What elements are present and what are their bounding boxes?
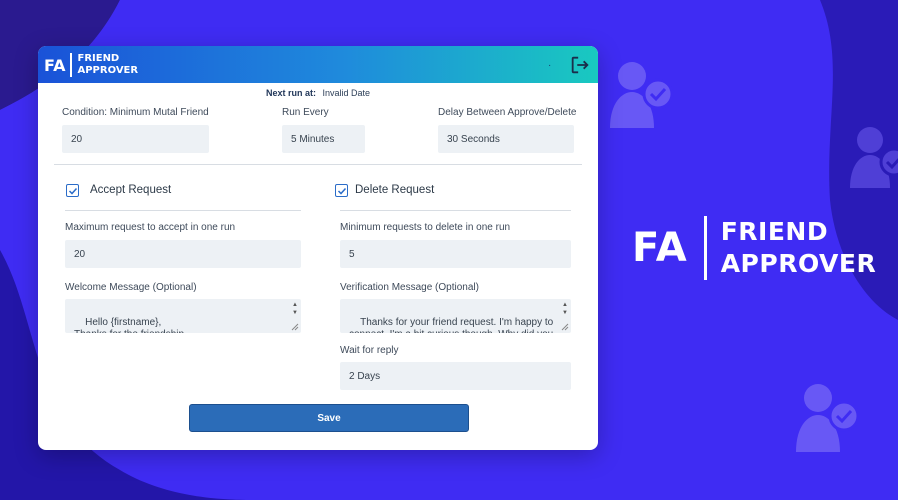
accept-request-checkbox[interactable]	[66, 184, 79, 197]
welcome-message-textarea[interactable]: Hello {firstname}, Thanks for the friend…	[65, 299, 301, 333]
condition-input[interactable]: 20	[62, 125, 209, 153]
brand-line2: APPROVER	[720, 249, 877, 278]
app-window: FA FRIEND APPROVER · Next run at: Invali…	[38, 46, 598, 450]
welcome-message-label: Welcome Message (Optional)	[65, 282, 197, 293]
delay-select[interactable]: 30 Seconds	[438, 125, 574, 153]
condition-label: Condition: Minimum Mutal Friend	[62, 107, 209, 118]
brand-initials: FA	[632, 225, 688, 271]
scroll-arrows-icon[interactable]: ▲ ▼	[291, 301, 299, 317]
app-logo: FA FRIEND APPROVER	[44, 53, 138, 77]
logo-initials: FA	[44, 55, 66, 75]
accept-request-label: Accept Request	[90, 184, 172, 196]
save-button[interactable]: Save	[189, 404, 469, 432]
max-accept-label: Maximum request to accept in one run	[65, 222, 236, 233]
section-divider	[54, 164, 582, 165]
max-accept-input[interactable]: 20	[65, 240, 301, 268]
accept-divider	[65, 210, 301, 211]
logo-divider	[70, 53, 73, 77]
user-check-icon	[796, 384, 860, 452]
verification-message-label: Verification Message (Optional)	[340, 282, 479, 293]
delete-divider	[340, 210, 571, 211]
delete-request-label: Delete Request	[355, 184, 435, 196]
user-check-icon	[850, 127, 898, 188]
delay-label: Delay Between Approve/Delete	[438, 107, 577, 118]
wait-for-reply-select[interactable]: 2 Days	[340, 362, 571, 390]
verification-message-textarea[interactable]: Thanks for your friend request. I'm happ…	[340, 299, 571, 333]
brand-line1: FRIEND	[720, 217, 829, 246]
resize-grip-icon[interactable]	[561, 323, 569, 331]
scroll-arrows-icon[interactable]: ▲ ▼	[561, 301, 569, 317]
logo-line2: APPROVER	[77, 65, 139, 76]
brand-divider	[703, 216, 707, 280]
min-delete-label: Minimum requests to delete in one run	[340, 222, 511, 233]
min-delete-input[interactable]: 5	[340, 240, 571, 268]
run-every-label: Run Every	[282, 107, 329, 118]
next-run-label: Next run at:	[265, 88, 316, 98]
next-run-status: Next run at: Invalid Date	[38, 88, 598, 98]
delete-request-checkbox[interactable]	[335, 184, 348, 197]
brand-logo: FA FRIEND APPROVER	[632, 216, 876, 280]
check-icon	[337, 187, 346, 195]
logout-icon[interactable]	[569, 54, 591, 76]
brand-name: FRIEND APPROVER	[721, 216, 877, 280]
welcome-message-text: Hello {firstname}, Thanks for the friend…	[74, 317, 184, 333]
resize-grip-icon[interactable]	[291, 323, 299, 331]
run-every-select[interactable]: 5 Minutes	[282, 125, 365, 153]
title-bar: FA FRIEND APPROVER ·	[38, 46, 598, 83]
next-run-value: Invalid Date	[322, 88, 371, 98]
dot-icon: ·	[548, 60, 552, 71]
verification-message-text: Thanks for your friend request. I'm happ…	[349, 317, 554, 333]
check-icon	[68, 187, 77, 195]
logo-line1: FRIEND	[77, 53, 120, 64]
wait-for-reply-label: Wait for reply	[340, 345, 399, 356]
user-check-icon	[610, 62, 674, 128]
logo-name: FRIEND APPROVER	[77, 53, 138, 77]
